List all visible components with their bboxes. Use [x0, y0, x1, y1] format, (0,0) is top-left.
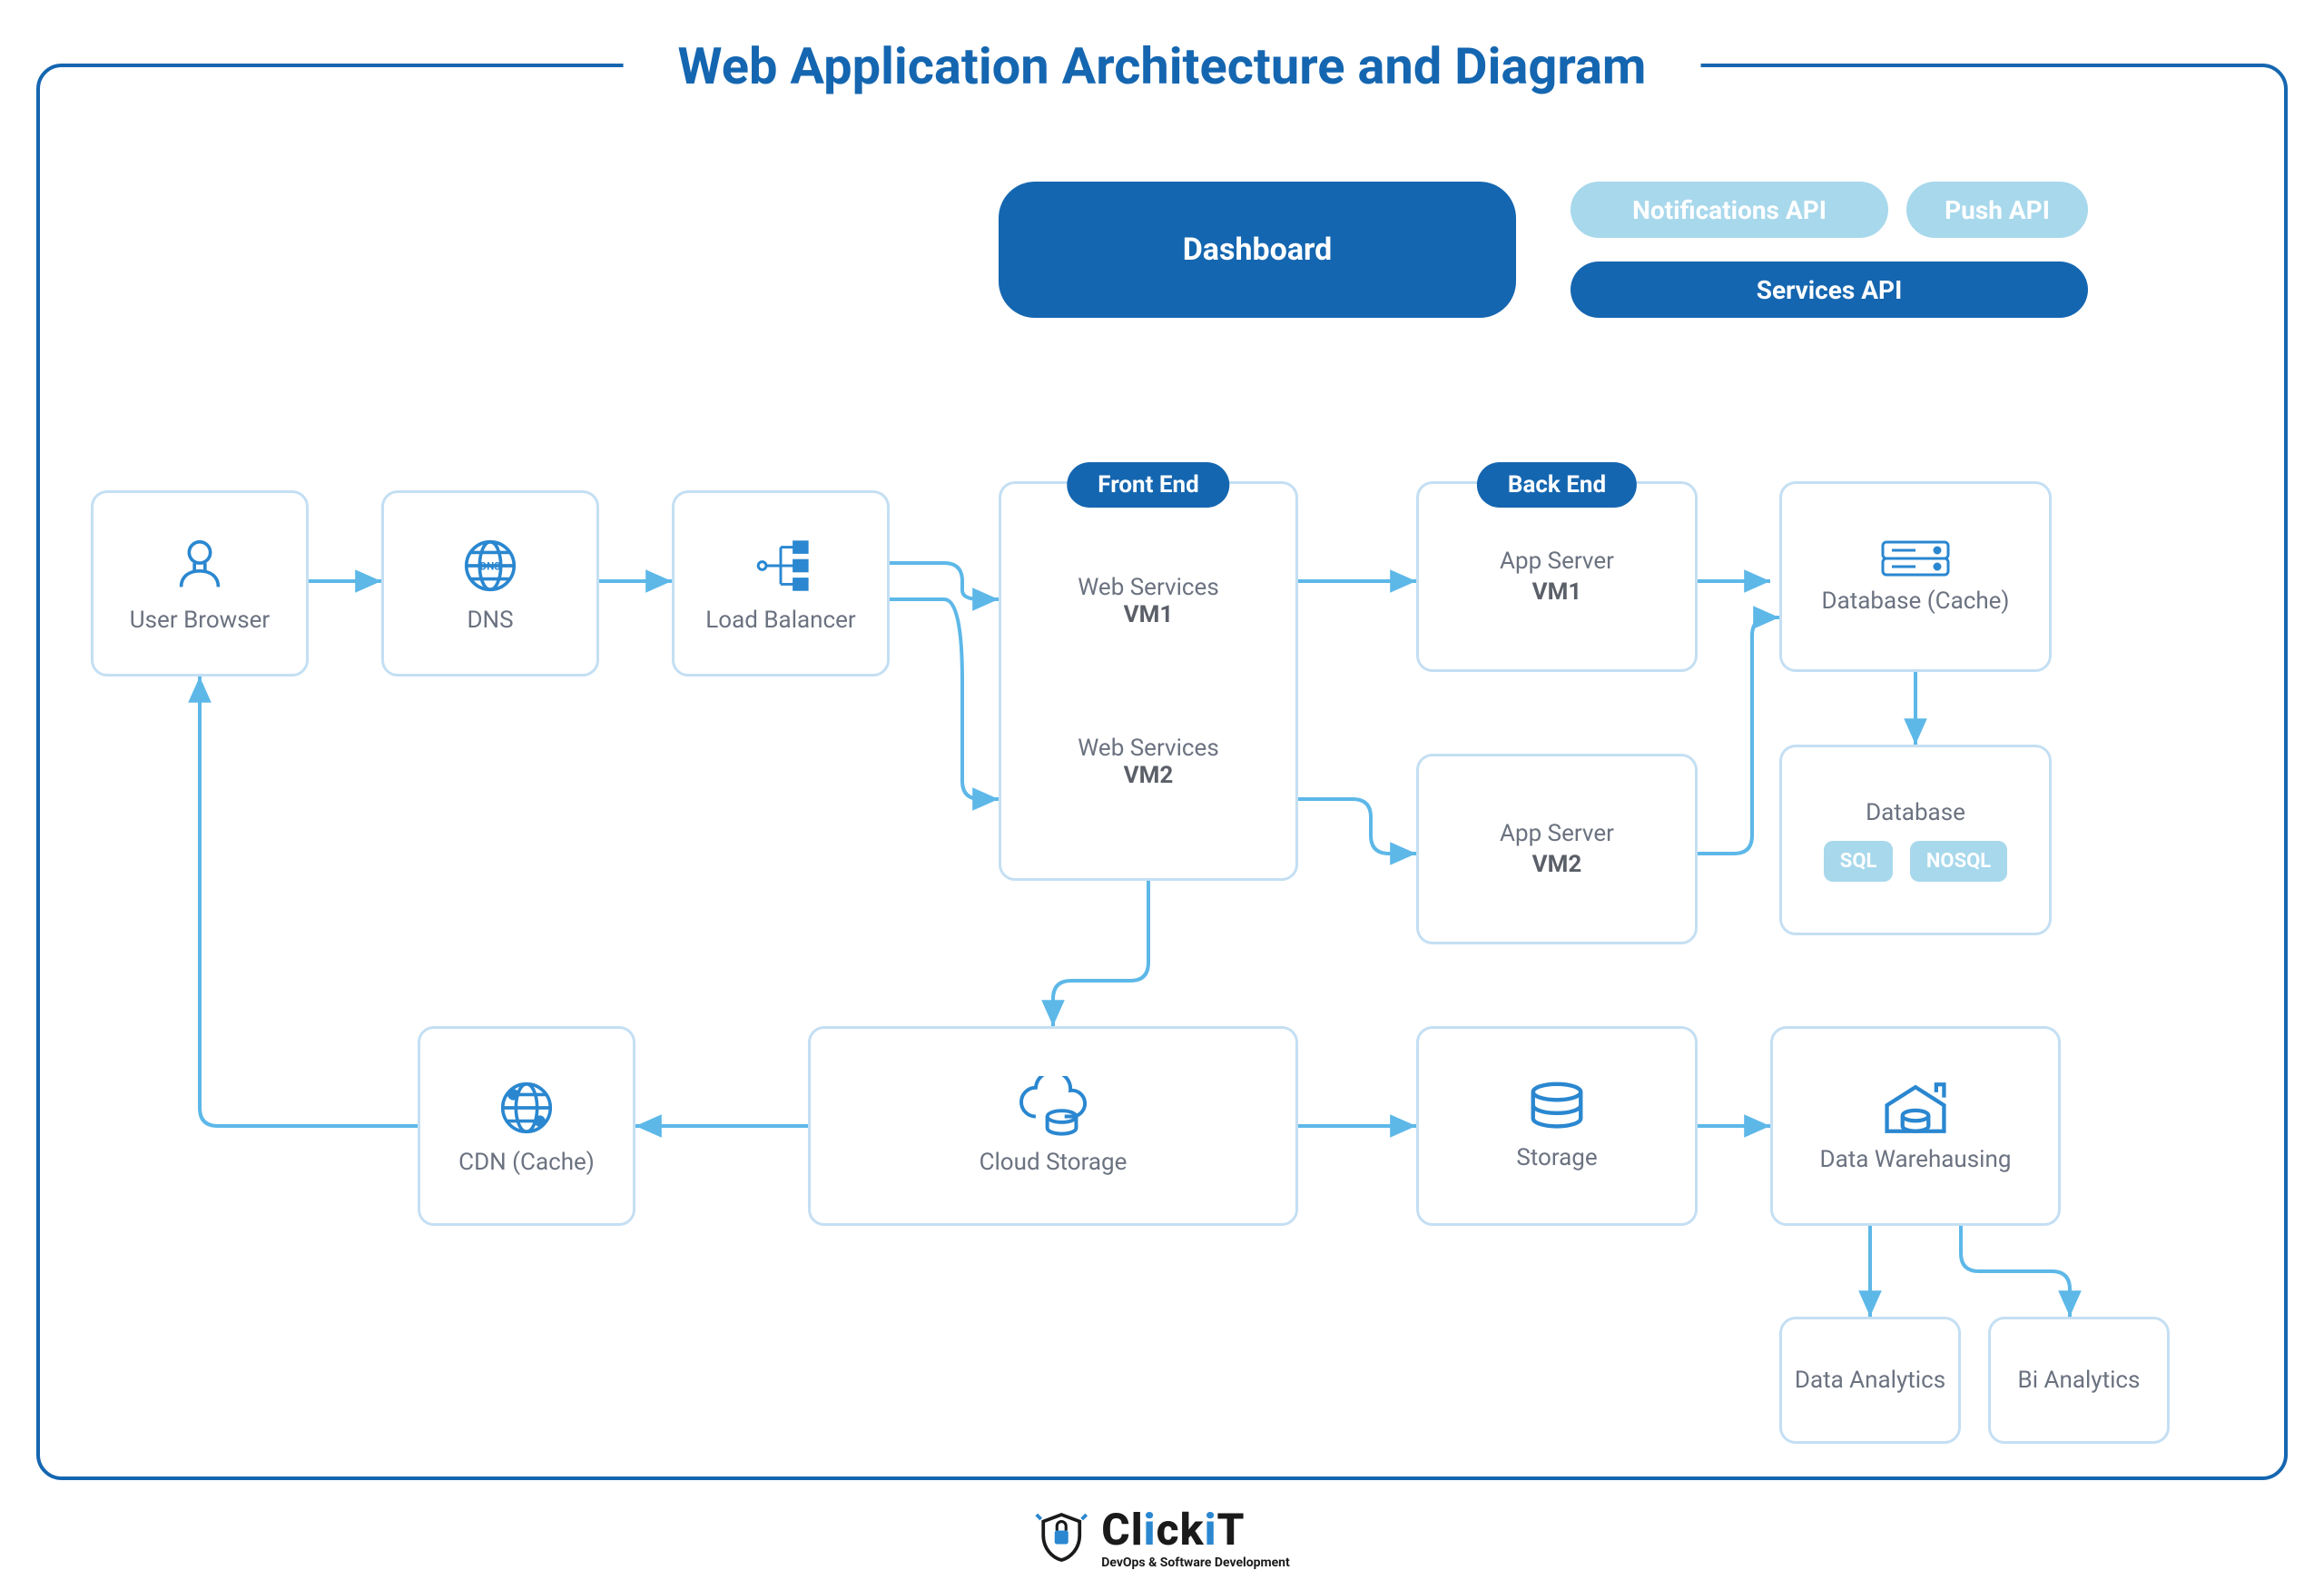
- user-icon: [168, 534, 231, 597]
- data-warehousing-node: Data Warehausing: [1770, 1026, 2061, 1226]
- data-analytics-label: Data Analytics: [1795, 1367, 1945, 1394]
- push-api-pill: Push API: [1906, 182, 2088, 238]
- cloud-storage-node: Cloud Storage: [808, 1026, 1298, 1226]
- page-title: Web Application Architecture and Diagram: [678, 36, 1647, 96]
- storage-label: Storage: [1516, 1144, 1597, 1171]
- brand-logo: ClickiT DevOps & Software Development: [980, 1504, 1344, 1570]
- vm1-label-2: VM1: [1532, 578, 1582, 606]
- load-balancer-label: Load Balancer: [705, 607, 855, 634]
- database-cache-node: Database (Cache): [1779, 481, 2052, 672]
- vm2-label-1: VM2: [1124, 762, 1174, 789]
- database-cache-label: Database (Cache): [1822, 588, 2010, 615]
- data-warehousing-label: Data Warehausing: [1820, 1146, 2012, 1173]
- frontend-tag: Front End: [1067, 462, 1229, 508]
- database-node: Database SQL NOSQL: [1779, 745, 2052, 935]
- notifications-api-label: Notifications API: [1632, 195, 1827, 225]
- app-server-vm1-node: Back End App Server VM1: [1416, 481, 1698, 672]
- app-server-label-2: App Server: [1500, 820, 1614, 847]
- frontend-node: Front End Web Services VM1 Web Services …: [999, 481, 1298, 881]
- logo-tagline: DevOps & Software Development: [1101, 1555, 1290, 1570]
- cdn-node: CDN (Cache): [418, 1026, 635, 1226]
- vm2-label-2: VM2: [1532, 851, 1582, 878]
- cloud-storage-icon: [1008, 1076, 1098, 1140]
- data-analytics-node: Data Analytics: [1779, 1317, 1961, 1444]
- logo-name: ClickiT: [1101, 1504, 1290, 1555]
- web-services-vm1: Web Services VM1: [1078, 574, 1219, 628]
- database-chips: SQL NOSQL: [1818, 841, 2013, 882]
- bi-analytics-label: Bi Analytics: [2018, 1367, 2141, 1394]
- storage-node: Storage: [1416, 1026, 1698, 1226]
- user-browser-label: User Browser: [130, 607, 270, 634]
- push-api-label: Push API: [1945, 195, 2050, 225]
- logo-text: ClickiT DevOps & Software Development: [1101, 1504, 1290, 1570]
- user-browser-node: User Browser: [91, 490, 309, 676]
- cloud-storage-label: Cloud Storage: [980, 1149, 1128, 1176]
- web-services-label-2: Web Services: [1078, 735, 1219, 762]
- globe-cdn-icon: [495, 1076, 558, 1140]
- storage-icon: [1525, 1081, 1589, 1135]
- title-wrap: Web Application Architecture and Diagram: [624, 36, 1701, 96]
- dns-label: DNS: [467, 607, 513, 634]
- load-balancer-node: Load Balancer: [672, 490, 890, 676]
- services-api-pill: Services API: [1571, 262, 2088, 318]
- backend-tag: Back End: [1477, 462, 1637, 508]
- app-server-vm2-node: App Server VM2: [1416, 754, 1698, 944]
- server-icon: [1879, 538, 1952, 578]
- web-services-vm2: Web Services VM2: [1078, 735, 1219, 789]
- cdn-label: CDN (Cache): [458, 1149, 595, 1176]
- services-api-label: Services API: [1757, 275, 1903, 305]
- bi-analytics-node: Bi Analytics: [1988, 1317, 2170, 1444]
- nosql-chip: NOSQL: [1910, 841, 2007, 882]
- dashboard-label: Dashboard: [1183, 232, 1333, 268]
- vm1-label-1: VM1: [1124, 601, 1174, 628]
- load-balancer-icon: [749, 534, 812, 597]
- globe-icon: DNS: [458, 534, 522, 597]
- svg-text:DNS: DNS: [480, 559, 501, 572]
- dns-node: DNS DNS: [381, 490, 599, 676]
- database-label: Database: [1866, 799, 1965, 826]
- app-server-label-1: App Server: [1500, 548, 1614, 575]
- warehouse-icon: [1879, 1079, 1952, 1137]
- dashboard-pill: Dashboard: [999, 182, 1516, 318]
- notifications-api-pill: Notifications API: [1571, 182, 1888, 238]
- sql-chip: SQL: [1824, 841, 1894, 882]
- web-services-label-1: Web Services: [1078, 574, 1219, 601]
- shield-icon: [1034, 1510, 1088, 1565]
